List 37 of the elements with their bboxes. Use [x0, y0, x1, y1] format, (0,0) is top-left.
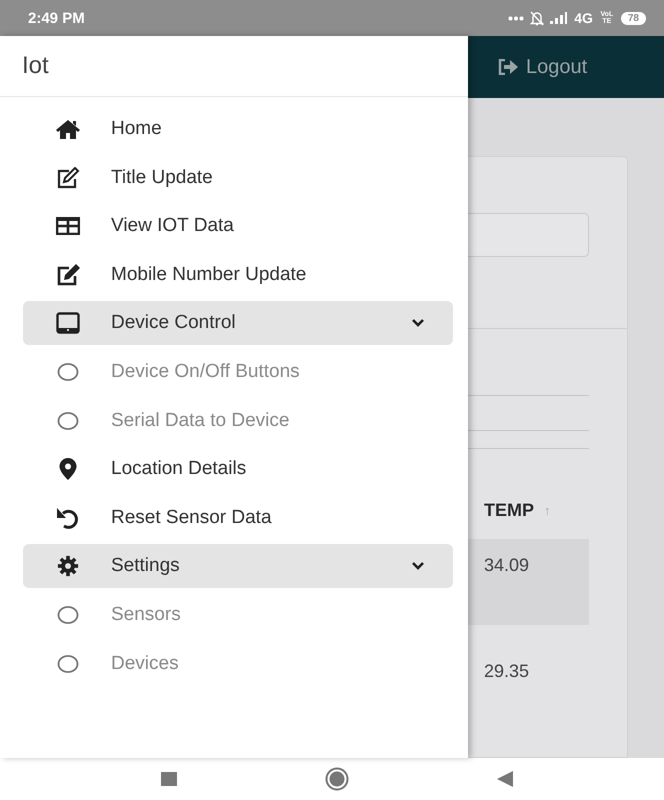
- network-type: 4G: [574, 10, 593, 26]
- menu-item[interactable]: View IOT Data: [23, 202, 453, 251]
- logout-icon: [498, 59, 518, 75]
- logout-button[interactable]: Logout: [468, 56, 588, 78]
- table-icon: [56, 217, 80, 236]
- map-pin-icon: [59, 458, 77, 480]
- tablet-icon: [56, 312, 80, 334]
- back-icon[interactable]: [497, 771, 513, 787]
- input-field[interactable]: [468, 213, 589, 257]
- menu-group[interactable]: Settings: [23, 544, 453, 588]
- chevron-down-icon: [411, 561, 425, 572]
- menu-item[interactable]: Reset Sensor Data: [23, 494, 453, 542]
- menu-item[interactable]: Location Details: [23, 445, 453, 494]
- home-icon: [56, 119, 80, 140]
- table-cell: 34.09: [484, 555, 530, 575]
- drawer-title: Iot: [22, 52, 49, 80]
- column-header[interactable]: TEMP: [484, 500, 534, 520]
- gear-icon: [56, 555, 80, 578]
- circle-icon: [57, 363, 79, 382]
- menu-item[interactable]: Mobile Number Update: [23, 250, 453, 300]
- bell-off-icon: [530, 10, 544, 26]
- menu-item[interactable]: Title Update: [23, 154, 453, 202]
- home-circle-icon[interactable]: [325, 767, 349, 791]
- battery-level: 78: [620, 12, 646, 24]
- edit-icon: [56, 264, 80, 286]
- edit-icon: [56, 166, 80, 189]
- circle-icon: [57, 606, 79, 624]
- table-row[interactable]: 34.09: [468, 539, 589, 625]
- menu-item[interactable]: Home: [23, 105, 453, 154]
- menu-group[interactable]: Device Control: [23, 301, 453, 346]
- undo-icon: [56, 507, 80, 530]
- chevron-down-icon: [411, 318, 425, 328]
- circle-icon: [57, 412, 79, 430]
- more-dots-icon: [508, 16, 524, 20]
- clock-time: 2:49 PM: [28, 10, 85, 26]
- signal-icon: [550, 12, 568, 24]
- circle-icon: [57, 654, 79, 673]
